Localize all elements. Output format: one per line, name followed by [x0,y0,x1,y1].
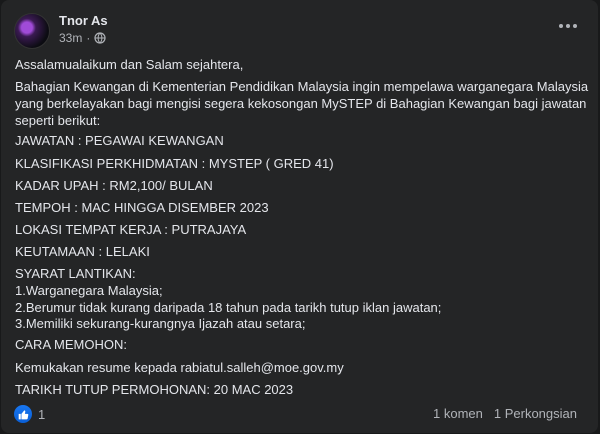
post-card: Tnor As 33m · Assalamualaikum dan Salam … [1,0,598,433]
post-line: SYARAT LANTIKAN: [15,266,136,281]
post-line: 3.Memiliki sekurang-kurangnya Ijazah ata… [15,316,306,331]
post-line: JAWATAN : PEGAWAI KEWANGAN [15,133,224,148]
more-options-icon[interactable] [556,18,580,34]
post-line: Bahagian Kewangan di Kementerian Pendidi… [15,79,589,94]
post-line-email: Kemukakan resume kepada rabiatul.salleh@… [15,360,344,375]
post-line: Assalamualaikum dan Salam sejahtera, [15,57,244,72]
post-line: CARA MEMOHON: [15,337,127,352]
post-line: TEMPOH : MAC HINGGA DISEMBER 2023 [15,200,269,215]
post-line: seperti berikut: [15,113,101,128]
like-icon[interactable] [14,405,32,423]
thumbs-up-icon [18,409,28,419]
meta-separator: · [86,31,91,45]
post-line: 1.Warganegara Malaysia; [15,283,163,298]
post-line: KADAR UPAH : RM2,100/ BULAN [15,178,213,193]
like-count[interactable]: 1 [38,407,45,422]
post-line: yang berkelayakan bagi mengisi segera ke… [15,96,587,111]
author-avatar[interactable] [14,13,50,49]
post-line: 2.Berumur tidak kurang daripada 18 tahun… [15,300,442,315]
post-stats: 1 komen 1 Perkongsian [433,406,577,421]
post-line: LOKASI TEMPAT KERJA : PUTRAJAYA [15,222,247,237]
comment-count-link[interactable]: 1 komen [433,406,483,421]
post-line: KEUTAMAAN : LELAKI [15,244,150,259]
globe-icon[interactable] [94,32,106,44]
post-line: KLASIFIKASI PERKHIDMATAN : MYSTEP ( GRED… [15,156,334,171]
author-name[interactable]: Tnor As [59,13,108,28]
post-line: TARIKH TUTUP PERMOHONAN: 20 MAC 2023 [15,382,294,397]
post-time[interactable]: 33m [59,31,82,45]
reaction-summary[interactable]: 1 [14,405,45,423]
post-meta: 33m · [59,31,106,45]
share-count-link[interactable]: 1 Perkongsian [494,406,577,421]
